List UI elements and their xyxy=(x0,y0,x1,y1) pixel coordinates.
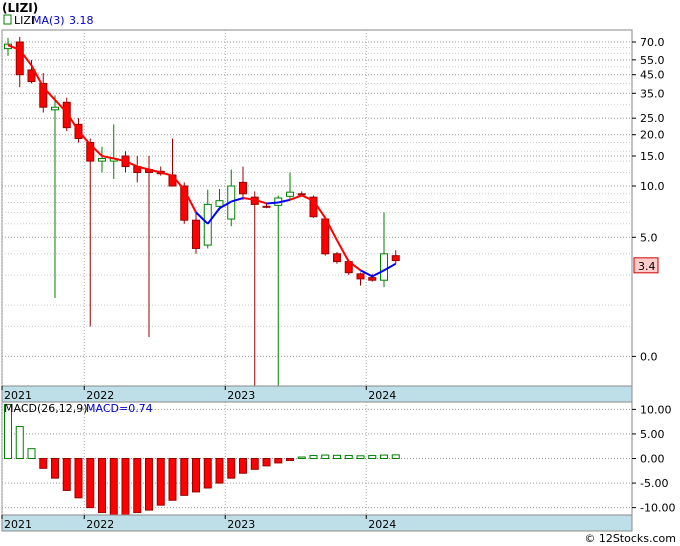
macd-y-axis: 10.00 5.00 0.00 -5.00 -10.00 xyxy=(632,403,675,515)
macd-bar xyxy=(74,458,83,499)
macd-bar xyxy=(239,458,247,474)
macd-bar xyxy=(109,458,118,516)
price-x-label: 2024 xyxy=(368,389,396,402)
stock-chart: (LIZI) 70.0 55.0 45.0 35.0 25.0 20.0 15.0 10.0 5… xyxy=(1,1,676,545)
macd-y-tick-label: -5.00 xyxy=(640,477,668,490)
legend-ma-label: MA(3) xyxy=(32,14,65,27)
macd-x-label: 2024 xyxy=(368,518,396,531)
macd-x-label: 2023 xyxy=(227,518,255,531)
macd-legend-label: MACD(26,12,9) xyxy=(4,402,88,415)
macd-bar xyxy=(297,456,306,460)
macd-bar xyxy=(203,458,212,489)
macd-bar xyxy=(215,458,224,484)
macd-bar xyxy=(133,458,142,514)
macd-bar xyxy=(62,458,71,491)
candle-body xyxy=(368,277,377,281)
macd-bar xyxy=(192,458,200,493)
macd-bar xyxy=(180,458,189,496)
candle-body xyxy=(203,203,212,246)
price-y-tick-label: 35.0 xyxy=(640,87,665,100)
macd-bar xyxy=(333,454,341,459)
candle-body xyxy=(356,273,365,280)
price-y-axis: 70.0 55.0 45.0 35.0 25.0 20.0 15.0 10.0 5.0 0.0 xyxy=(632,36,665,363)
price-y-tick-label: 55.0 xyxy=(640,54,665,67)
price-y-tick-label: 25.0 xyxy=(640,112,665,125)
ma-segment xyxy=(266,201,279,205)
macd-bar xyxy=(391,454,400,460)
macd-bar xyxy=(344,455,353,460)
macd-bar xyxy=(250,458,259,470)
last-price-label: 3.4 xyxy=(638,260,656,273)
price-x-label: 2023 xyxy=(227,389,255,402)
macd-y-tick-label: -10.00 xyxy=(640,502,675,515)
macd-y-tick-label: 5.00 xyxy=(640,428,665,441)
macd-bar xyxy=(368,455,377,460)
candle-body xyxy=(333,253,341,263)
macd-bar xyxy=(309,455,318,460)
price-y-tick-label: 70.0 xyxy=(640,36,665,49)
price-y-tick-label: 45.0 xyxy=(640,69,665,82)
macd-panel: 10.00 5.00 0.00 -5.00 -10.00 2021 2022 2023 202… xyxy=(1,401,675,532)
macd-bar xyxy=(321,454,330,460)
macd-bar xyxy=(39,458,48,469)
macd-panel-frame xyxy=(1,401,633,532)
macd-y-tick-label: 10.00 xyxy=(640,403,672,416)
chart-title: (LIZI) xyxy=(2,1,38,15)
macd-bar xyxy=(380,454,388,460)
macd-bar xyxy=(98,458,106,514)
legend-candle-icon xyxy=(3,14,12,25)
macd-legend-value: MACD=0.74 xyxy=(86,402,153,415)
macd-bar xyxy=(156,458,165,506)
macd-bar xyxy=(86,458,95,509)
macd-bar xyxy=(356,455,365,459)
candle-body xyxy=(15,41,24,76)
price-panel: 70.0 55.0 45.0 35.0 25.0 20.0 15.0 10.0 5.0 0.0 2… xyxy=(1,14,665,403)
macd-bar xyxy=(15,426,24,459)
macd-bar xyxy=(145,458,153,511)
candle-body xyxy=(98,158,106,162)
macd-y-tick-label: 0.00 xyxy=(640,453,665,466)
macd-legend: MACD(26,12,9) MACD=0.74 xyxy=(4,402,153,415)
price-y-tick-label: 15.0 xyxy=(640,150,665,163)
macd-x-label: 2022 xyxy=(86,518,114,531)
watermark: © 12Stocks.com xyxy=(584,532,676,545)
price-y-tick-label: 20.0 xyxy=(640,129,665,142)
price-x-label: 2021 xyxy=(4,389,32,402)
macd-bar xyxy=(51,458,59,479)
macd-bar xyxy=(168,458,177,501)
macd-bar xyxy=(262,458,271,467)
macd-bar xyxy=(121,458,130,516)
candle-body xyxy=(380,253,388,281)
price-y-tick-label: 10.0 xyxy=(640,180,665,193)
price-y-tick-label: 0.0 xyxy=(640,350,658,363)
macd-x-label: 2021 xyxy=(4,518,32,531)
candle-body xyxy=(262,205,271,208)
candle-body xyxy=(286,191,294,197)
candle-body xyxy=(297,193,306,196)
price-y-tick-label: 5.0 xyxy=(640,231,658,244)
candle-body xyxy=(215,200,224,207)
legend-ma-value: 3.18 xyxy=(69,14,94,27)
candle-body xyxy=(192,219,200,249)
price-legend: LIZI MA(3) 3.18 xyxy=(3,14,94,27)
candle-body xyxy=(239,181,247,195)
macd-bar xyxy=(227,458,236,479)
macd-bar xyxy=(27,448,36,460)
candle-body xyxy=(51,106,59,111)
candle-body xyxy=(391,255,400,262)
price-x-label: 2022 xyxy=(86,389,114,402)
macd-bar xyxy=(286,458,294,461)
macd-bar xyxy=(274,458,283,464)
